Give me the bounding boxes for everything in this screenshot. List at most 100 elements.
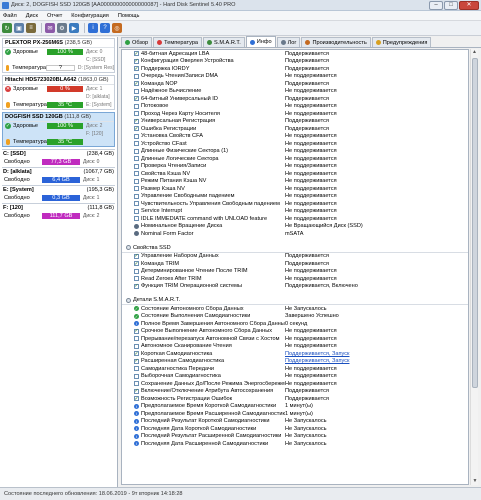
property-row: ✓ Состояние Автономного Сбора Данных Не За… [122, 305, 468, 313]
property-row: Service Interrupt Не поддерживается [122, 208, 468, 216]
help-icon[interactable]: ? [100, 23, 110, 33]
property-link[interactable]: Поддерживается, Запуск [285, 351, 468, 357]
property-row: ✓ 48-битная Адресация LBA Поддерживается [122, 50, 468, 58]
free-label: Свободно [4, 212, 30, 219]
checkbox-empty-icon [134, 163, 139, 169]
property-value: Поддерживается [285, 65, 329, 72]
property-value: Поддерживается [285, 80, 329, 87]
property-value: Не поддерживается [285, 163, 337, 170]
partition-label: D: [System Res] [77, 65, 114, 71]
property-name: Прерывание/перезапуск Автономной Связи с… [141, 335, 280, 342]
vertical-scrollbar[interactable]: ▲ ▼ [470, 49, 478, 485]
disk-size: (111,8 GB) [64, 114, 91, 120]
property-name: Чувствительность Управления Свободным па… [141, 200, 280, 207]
disk-entry[interactable]: Hitachi HDS723020BLA642 (1863,0 GB) ✕ Здор… [2, 75, 115, 110]
property-link[interactable]: Поддерживается, Запуск [285, 358, 468, 364]
scroll-down-arrow-icon[interactable]: ▼ [471, 478, 479, 485]
check-status-icon: ✓ [5, 123, 11, 129]
disk-health-row: ✓ Здоровье 100 % Диск: 2 [3, 122, 114, 130]
property-name: Очередь Чтения/Записи DMA [141, 73, 218, 80]
scroll-thumb[interactable] [472, 58, 478, 388]
tab-5[interactable]: Производительность [301, 37, 371, 47]
minimize-button[interactable]: – [429, 0, 443, 10]
property-value: Поддерживается, Включено [285, 283, 358, 290]
mail-icon[interactable]: ✉ [45, 23, 55, 33]
property-name-cell: ✓ Состояние Выполнения Самодиагностики [122, 313, 285, 319]
window-title: Диск: 2, DOGFISH SSD 120GB [AA0000000000… [11, 2, 236, 8]
tab-3[interactable]: Инфо [245, 36, 276, 47]
free-space-bar: 6,4 GB [42, 176, 80, 183]
property-name-cell: Прерывание/перезапуск Автономной Связи с… [122, 336, 285, 342]
property-name-cell: ✓ Расширенная Самодиагностика [122, 358, 285, 364]
tab-0[interactable]: Обзор [121, 37, 153, 47]
volume-disk-number: Диск: 1 [83, 194, 100, 201]
disk-size: (1863,0 GB) [78, 77, 109, 83]
volume-header[interactable]: C: [SSD] (238,4 GB) [2, 149, 115, 158]
disk-header: DOGFISH SSD 120GB (111,8 GB) [3, 113, 114, 122]
volume-header[interactable]: F: [120] (111,8 GB) [2, 203, 115, 212]
property-name: Последний Результат Расширенной Самодиаг… [141, 433, 282, 440]
checkbox-empty-icon [134, 88, 139, 94]
checkbox-checked-icon: ✓ [134, 350, 139, 357]
disk-header: PLEXTOR PX-256M6S (238,5 GB) [3, 39, 114, 48]
tab-icon [280, 40, 286, 45]
tab-4[interactable]: Лог [276, 37, 301, 47]
volume-free-row: Свободно 6,4 GB Диск: 1 [2, 176, 115, 183]
checkbox-checked-icon: ✓ [134, 58, 139, 65]
property-name-cell: Сохранение Данных До/После Режима Энерго… [122, 381, 285, 387]
tab-6[interactable]: Предупреждения [371, 37, 432, 47]
checkbox-empty-icon [134, 73, 139, 79]
disk-entry[interactable]: PLEXTOR PX-256M6S (238,5 GB) ✓ Здоровье 100… [2, 38, 115, 73]
disc-icon [134, 231, 139, 237]
menu-bar: Файл Диск Отчет Конфигурация Помощь [0, 11, 481, 21]
section-smart-header[interactable]: Детали S.M.A.R.T. [122, 296, 468, 305]
checkbox-empty-icon [134, 111, 139, 117]
info-icon: i [134, 426, 139, 432]
section-title: Детали S.M.A.R.T. [133, 297, 180, 303]
menu-config[interactable]: Конфигурация [71, 13, 109, 19]
volume-header[interactable]: D: [alklata] (1067,7 GB) [2, 167, 115, 176]
free-label: Свободно [4, 194, 30, 201]
property-row: ✓ 64-битный Универсальный ID Поддерживаетс… [122, 95, 468, 103]
section-ssd-header[interactable]: Свойства SSD [122, 244, 468, 253]
menu-disk[interactable]: Диск [26, 13, 38, 19]
menu-help[interactable]: Помощь [118, 13, 140, 19]
disk-header: Hitachi HDS723020BLA642 (1863,0 GB) [3, 76, 114, 85]
property-row: ✓ Срочное Выполнение Автономного Сбора Да… [122, 328, 468, 336]
property-row: Свойства Кэша NV Не поддерживается [122, 170, 468, 178]
property-value: Поддерживается [285, 58, 329, 65]
tab-label: Предупреждения [382, 39, 428, 46]
maximize-button[interactable]: □ [444, 0, 458, 10]
property-name-cell: Проход Через Карту Носителя [122, 111, 285, 117]
report-icon[interactable]: ≡ [26, 23, 36, 33]
property-name: Read Zeroes After TRIM [141, 275, 202, 282]
settings-icon[interactable]: ⚙ [57, 23, 67, 33]
disk-icon[interactable]: ▣ [14, 23, 24, 33]
property-name-cell: ✓ Управление Набором Данных [122, 253, 285, 259]
property-row: ✓ Поддержка IORDY Поддерживается [122, 65, 468, 73]
web-icon[interactable]: ◎ [112, 23, 122, 33]
thermometer-icon [6, 65, 10, 71]
tab-1[interactable]: Температура [153, 37, 203, 47]
refresh-icon[interactable]: ↻ [2, 23, 12, 33]
menu-file[interactable]: Файл [3, 13, 17, 19]
info-icon: i [134, 418, 139, 424]
scroll-up-arrow-icon[interactable]: ▲ [471, 49, 478, 56]
test-icon[interactable]: ▶ [69, 23, 79, 33]
menu-report[interactable]: Отчет [47, 13, 62, 19]
checkbox-checked-icon: ✓ [134, 80, 139, 87]
property-value: Не Вращающийся Диск (SSD) [285, 223, 363, 230]
tab-strip: Обзор Температура S.M.A.R.T. Инфо Лог Произво… [119, 36, 481, 48]
disk-entry[interactable]: DOGFISH SSD 120GB (111,8 GB) ✓ Здоровье 100… [2, 112, 115, 147]
volume-header[interactable]: E: [System] (195,3 GB) [2, 185, 115, 194]
checkbox-empty-icon [134, 148, 139, 154]
property-value: Не поддерживается [285, 268, 337, 275]
info-icon: i [134, 441, 139, 447]
close-button[interactable]: ✕ [459, 0, 479, 10]
info-icon[interactable]: i [88, 23, 98, 33]
property-row: Чувствительность Управления Свободным па… [122, 200, 468, 208]
property-name: Размер Кэша NV [141, 185, 185, 192]
tab-2[interactable]: S.M.A.R.T. [203, 37, 245, 47]
toolbar-separator [84, 23, 85, 33]
property-name: Последняя Дата Расширенной Самодиагности… [141, 440, 269, 447]
